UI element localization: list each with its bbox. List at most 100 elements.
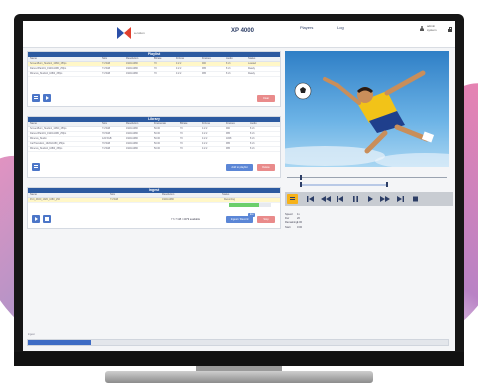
- pause-button[interactable]: [350, 194, 361, 204]
- list-icon: [290, 197, 295, 200]
- cell-frames: 1848: [226, 137, 232, 140]
- mark-in-handle[interactable]: [299, 182, 302, 187]
- go-to-end-button[interactable]: [395, 194, 406, 204]
- cell-status: Ready: [248, 67, 255, 70]
- cell-frames: 965: [226, 147, 230, 150]
- cell-resolution: 1920x1080: [162, 198, 174, 201]
- col-frline: Fr/Line: [176, 57, 185, 60]
- cell-bitrate: 70: [154, 72, 157, 75]
- library-menu-button[interactable]: [32, 163, 40, 171]
- scrub-handle[interactable]: [299, 175, 302, 180]
- range-bar[interactable]: [299, 184, 387, 186]
- cell-frline: 4:2:2: [176, 62, 182, 65]
- cell-size: 71.5GB: [102, 147, 111, 150]
- status-text: Recording: [224, 198, 235, 201]
- col-bitrate: Bitrate: [154, 57, 162, 60]
- col-status: Status: [248, 57, 256, 60]
- cell-audio: 8 ch: [250, 137, 255, 140]
- step-back-button[interactable]: [335, 194, 346, 204]
- cell-bitrate: 70: [154, 62, 157, 65]
- cell-size: 71.5GB: [102, 127, 111, 130]
- col-name: Name: [30, 57, 37, 60]
- library-delete-button[interactable]: Delete: [257, 164, 275, 171]
- col-resolution: Resolution: [162, 193, 175, 196]
- clip-info: Speed 1x Dur 20 Remaining1:00 Start 0:00: [285, 213, 302, 230]
- monitor-chin: [14, 352, 464, 366]
- playlist-menu-button[interactable]: [32, 94, 40, 102]
- cell-size: 122.5GB: [102, 137, 112, 140]
- brand-logo-icon: [117, 27, 131, 39]
- ingest-stop-icon-button[interactable]: [43, 215, 51, 223]
- cell-audio: 8 ch: [226, 67, 231, 70]
- play-button[interactable]: [365, 194, 376, 204]
- meta-value: 0:00: [297, 225, 303, 229]
- cell-resolution: 1920x1080: [126, 127, 138, 130]
- cell-size: 71.5GB: [110, 198, 119, 201]
- step-back-icon: [337, 196, 343, 202]
- meta-label: Start: [285, 225, 291, 229]
- col-size: Size: [102, 57, 108, 60]
- timeline-fill: [28, 340, 91, 345]
- go-to-start-button[interactable]: [305, 194, 316, 204]
- cell-frames: 965: [202, 67, 206, 70]
- ingest-play-button[interactable]: [32, 215, 40, 223]
- cell-framerate: 50.00: [154, 137, 160, 140]
- cell-size: 70.5GB: [102, 132, 111, 135]
- cell-status: Recording: [220, 198, 272, 202]
- cell-frline: 4:2:2: [202, 142, 208, 145]
- fast-forward-button[interactable]: [380, 194, 391, 204]
- ingest-progress-fill: [229, 203, 260, 207]
- pause-icon: [353, 196, 358, 202]
- ingest-record-button[interactable]: Ingest / Record: [226, 216, 253, 223]
- cell-bitrate: 70: [180, 132, 183, 135]
- add-to-playlist-button[interactable]: Add to playlist: [226, 164, 253, 171]
- cell-bitrate: 70: [180, 127, 183, 130]
- playlist-clear-button[interactable]: Clear: [257, 95, 275, 102]
- cell-frames: 900: [202, 62, 206, 65]
- cell-name: DancerPlant01_1920x1080_25fps: [30, 67, 67, 70]
- nav-log[interactable]: Log: [337, 25, 344, 30]
- col-bitrate: Bitrate: [180, 122, 188, 125]
- ingest-stop-button[interactable]: Stop: [257, 216, 275, 223]
- col-name: Name: [30, 122, 37, 125]
- playlist-play-button[interactable]: [43, 94, 51, 102]
- user-icon[interactable]: [420, 26, 424, 31]
- mark-out-handle[interactable]: [386, 182, 389, 187]
- cell-name: Port_4K00_1920_1080_p50: [30, 198, 60, 201]
- cell-size: 71.5GB: [102, 62, 111, 65]
- cell-resolution: 1920x1080: [126, 137, 138, 140]
- scrub-bar[interactable]: [287, 177, 447, 178]
- cell-frline: 4:2:2: [176, 67, 182, 70]
- rewind-button[interactable]: [320, 194, 331, 204]
- cell-framerate: 50.00: [154, 127, 160, 130]
- col-audio: Audio: [226, 57, 233, 60]
- ingest-panel: Ingest Name Size Resolution Status Port_…: [27, 187, 281, 229]
- cell-frline: 4:2:2: [176, 72, 182, 75]
- cell-audio: 8 ch: [250, 132, 255, 135]
- cell-status: Ready: [248, 72, 255, 75]
- cell-name: CarTransition_1920x1080_25fps: [30, 142, 65, 145]
- rewind-icon: [321, 196, 331, 202]
- app-screen: a.cotton XP 4000 Players Log admin syste…: [23, 21, 455, 351]
- playlist-row[interactable]: Minerva_Studio2_1080i_25fps 71.5GB 1920x…: [28, 72, 280, 77]
- library-row[interactable]: Minerva_Studio2_1080i_25fps 71.5GB 1920x…: [28, 147, 280, 152]
- nav-players[interactable]: Players: [300, 25, 313, 30]
- storage-available-text: 7 h 7 GB / 4079 available: [171, 218, 201, 221]
- col-size: Size: [102, 122, 108, 125]
- cell-bitrate: 70: [180, 147, 183, 150]
- cell-audio: 8 ch: [226, 62, 231, 65]
- video-preview[interactable]: [285, 51, 449, 167]
- timeline-track[interactable]: [27, 339, 449, 346]
- stop-button[interactable]: [410, 194, 421, 204]
- cell-frline: 4:2:2: [202, 132, 208, 135]
- cell-bitrate: 70: [180, 137, 183, 140]
- user-menu[interactable]: admin system: [427, 24, 437, 32]
- cell-resolution: 1920x1080: [126, 147, 138, 150]
- cell-resolution: 1920x1080: [126, 132, 138, 135]
- ingest-progress-bar: [229, 203, 271, 207]
- logout-lock-icon[interactable]: [448, 27, 452, 32]
- col-resolution: Resolution: [126, 122, 139, 125]
- playlist-mode-button[interactable]: [287, 194, 298, 204]
- timeline-label: Ingest: [28, 333, 35, 336]
- cell-resolution: 1920x1080: [126, 67, 138, 70]
